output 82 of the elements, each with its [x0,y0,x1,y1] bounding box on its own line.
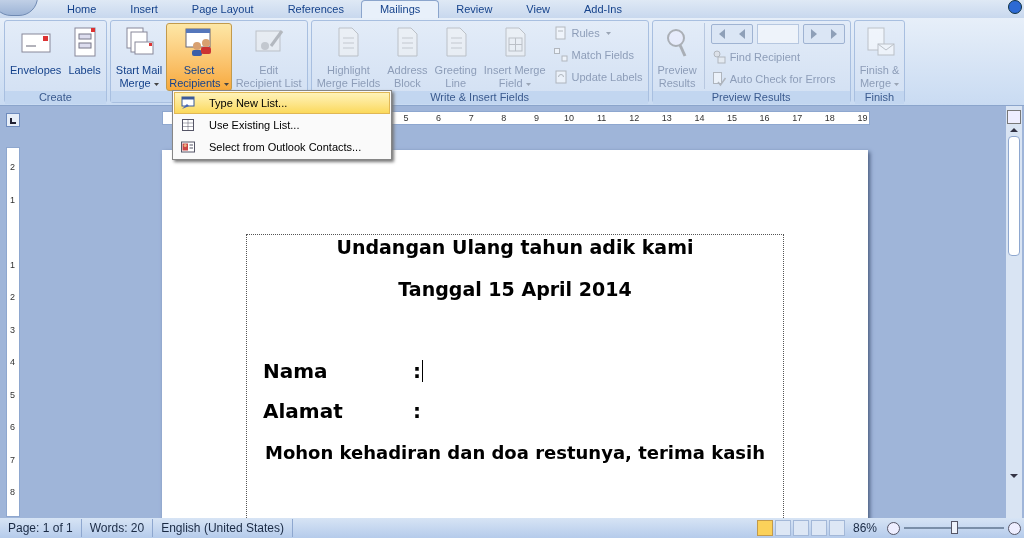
ruler-number: 5 [403,112,409,124]
field-label: Alamat [263,399,344,423]
stacked-documents-icon [123,26,156,58]
ruler-number: 11 [596,112,607,124]
zoom-level: 86% [852,520,877,537]
ruler-number: 1 [10,194,15,205]
ruler-number: 17 [792,112,803,124]
table-pen-icon [180,95,196,111]
menu-item[interactable]: Use Existing List... [174,114,390,136]
ribbon-button[interactable]: Select Recipients [166,23,232,91]
ruler-number: 3 [10,324,15,335]
ruler-number: 7 [10,454,15,465]
zoom-out-icon[interactable] [887,521,900,535]
ribbon-tab[interactable]: View [509,0,567,18]
ribbon-tab[interactable]: Insert [113,0,175,18]
ruler-number: 5 [10,389,15,400]
ruler-number: 9 [533,112,539,124]
document-check-icon [710,71,727,87]
view-button[interactable] [774,520,791,536]
find-person-icon [710,49,727,65]
table-icon [180,117,196,133]
ribbon-tab[interactable]: Page Layout [174,0,271,18]
ruler-number: 18 [824,112,835,124]
menu-item[interactable]: Type New List... [174,92,390,114]
ribbon-tab[interactable]: Review [439,0,510,18]
ruler-number: 19 [857,112,868,124]
status-text: Page: 1 of 1 [0,519,82,537]
colon-text: : [413,399,421,423]
ruler-number: 16 [759,112,770,124]
view-button[interactable] [810,520,827,536]
group-title: Create [38,91,72,104]
ruler-number: 12 [629,112,640,124]
ruler-number: 2 [10,292,15,302]
ruler-toggle-icon[interactable] [1007,110,1021,124]
ruler-number: 8 [10,487,15,497]
ruler-number: 14 [694,112,705,124]
rules-document-icon [552,25,569,41]
date-text: Tanggal 15 April 2014 [398,277,632,301]
right-triangle-icon [830,29,837,39]
group-title: Write & Insert Fields [430,91,529,104]
left-triangle-icon [718,29,725,39]
zoom-in-icon[interactable] [1008,521,1021,535]
field-label: Nama [263,359,329,383]
ruler-number: 15 [727,112,737,124]
heading-text: Undangan Ulang tahun adik kami [335,235,695,259]
ruler-number: 4 [10,357,15,367]
zoom-slider-thumb[interactable] [950,521,958,534]
record-number-field[interactable] [756,24,799,44]
ribbon-tab[interactable]: Home [50,0,114,18]
view-button[interactable] [756,520,773,536]
refresh-document-icon [552,69,569,85]
closing-text: Mohon kehadiran dan doa restunya, terima kasih [265,441,765,465]
scroll-up-icon[interactable] [1010,128,1018,132]
ruler-number: 13 [661,112,672,124]
ruler-number: 7 [468,112,474,124]
scroll-down-icon[interactable] [1010,474,1018,478]
ruler-number: 8 [501,112,507,124]
ruler-number: 2 [10,162,15,172]
group-title: Preview Results [711,91,791,104]
ruler-number: 6 [436,112,442,124]
contact-card-icon [180,139,196,155]
ribbon-tab[interactable]: References [270,0,361,18]
ribbon-tab[interactable]: Mailings [360,0,440,18]
ruler-number: 1 [10,259,15,270]
left-triangle-icon [738,29,745,39]
right-triangle-icon [810,29,817,39]
ribbon-tab[interactable]: Add-Ins [567,0,639,18]
view-button[interactable] [828,520,845,536]
match-fields-icon [552,47,569,63]
menu-item[interactable]: Select from Outlook Contacts... [174,136,390,158]
ruler-number: 10 [564,112,574,124]
ribbon-button[interactable]: Labels [65,23,104,91]
scrollbar-thumb[interactable] [1008,136,1020,256]
ribbon-button[interactable]: Envelopes [7,23,65,91]
view-button[interactable] [792,520,809,536]
ruler-number: 6 [10,422,15,432]
status-text: Words: 20 [81,519,154,537]
ribbon-button[interactable]: Start Mail Merge [112,23,166,91]
tab-selector[interactable] [6,113,20,127]
status-text: English (United States) [153,519,293,537]
colon-text: : [413,359,421,383]
group-title: Finish [864,91,895,104]
